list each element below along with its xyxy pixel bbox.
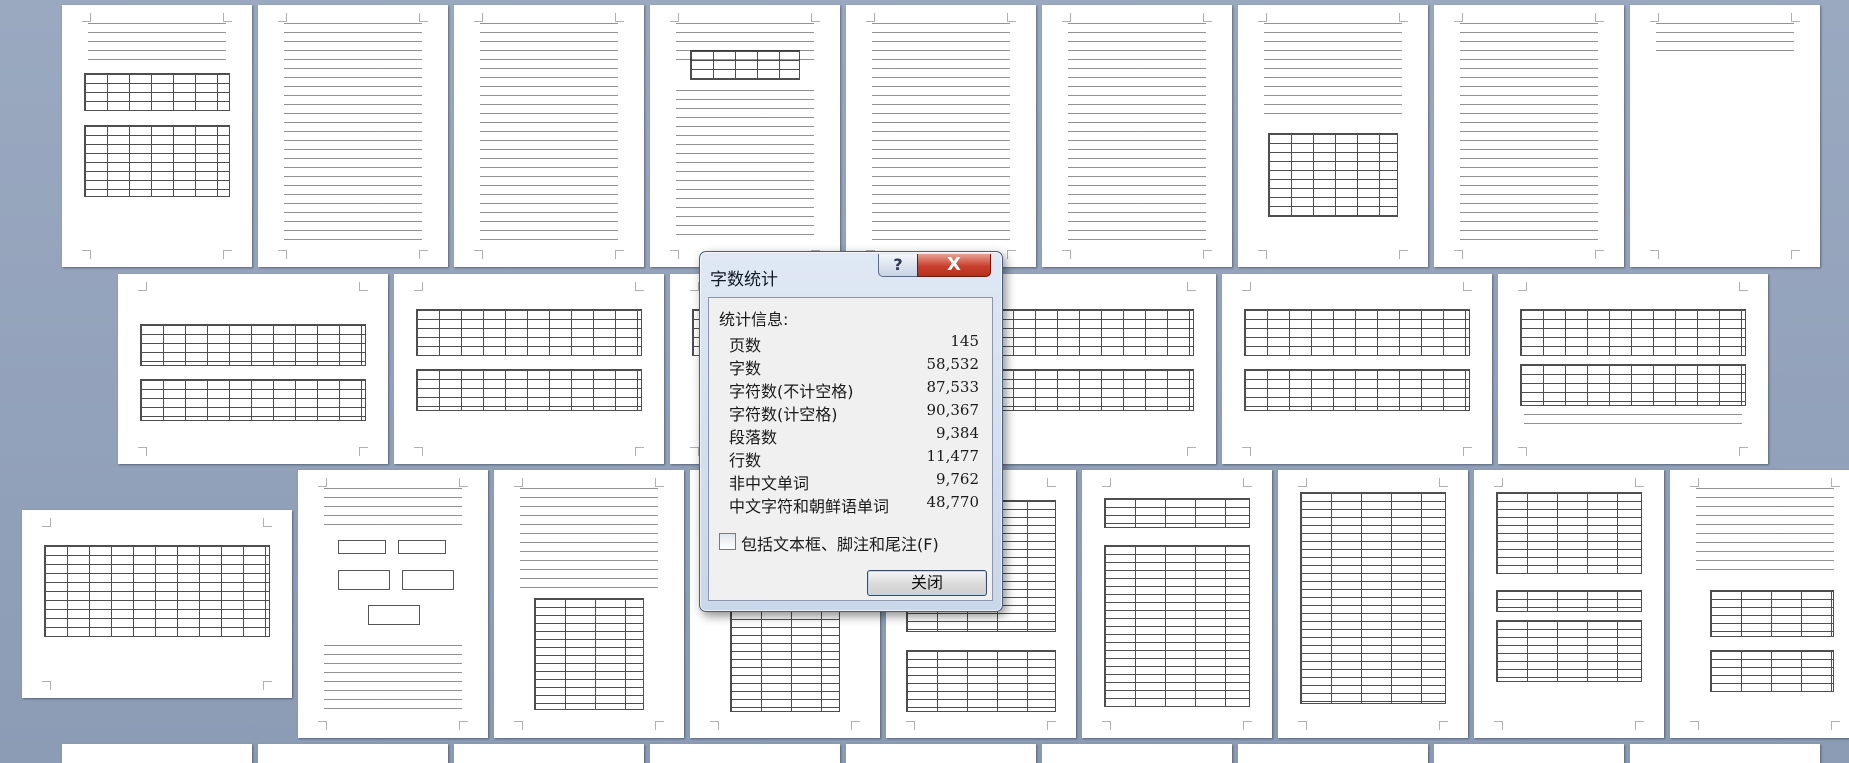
stat-row-chars-with-spaces: 字符数(计空格) 90,367	[729, 401, 980, 424]
close-button[interactable]: 关闭	[867, 570, 987, 596]
document-page-thumbnail[interactable]	[1434, 5, 1624, 267]
stat-label: 中文字符和朝鲜语单词	[729, 497, 890, 516]
help-button[interactable]: ?	[878, 254, 918, 277]
stat-value: 145	[950, 332, 979, 350]
stat-value: 9,384	[936, 424, 979, 442]
document-page-thumbnail[interactable]	[494, 470, 684, 738]
document-page-thumbnail[interactable]	[258, 744, 448, 763]
document-page-thumbnail[interactable]	[846, 5, 1036, 267]
document-page-thumbnail[interactable]	[62, 744, 252, 763]
document-page-thumbnail[interactable]	[1082, 470, 1272, 738]
dialog-body: 统计信息: 页数 145 字数 58,532 字符数(不计空格) 87,533 …	[708, 297, 993, 601]
document-multipage-view[interactable]: 字数统计 ? X 统计信息: 页数 145 字数 58,532 字符数(不计空格…	[0, 0, 1849, 763]
stats-heading: 统计信息:	[719, 310, 789, 329]
include-checkbox[interactable]	[719, 533, 736, 550]
stat-value: 87,533	[926, 378, 980, 396]
stat-value: 58,532	[926, 355, 980, 373]
stat-label: 页数	[729, 336, 762, 355]
stat-row-chinese-korean: 中文字符和朝鲜语单词 48,770	[729, 493, 980, 516]
stat-label: 字符数(计空格)	[729, 405, 838, 424]
stat-label: 非中文单词	[729, 474, 810, 493]
document-page-thumbnail[interactable]	[22, 510, 292, 698]
document-page-thumbnail[interactable]	[650, 5, 840, 267]
document-page-thumbnail[interactable]	[454, 5, 644, 267]
document-page-thumbnail[interactable]	[394, 274, 664, 464]
document-page-thumbnail[interactable]	[62, 5, 252, 267]
stat-label: 字符数(不计空格)	[729, 382, 854, 401]
stat-value: 48,770	[926, 493, 980, 511]
stat-row-words: 字数 58,532	[729, 355, 980, 378]
document-page-thumbnail[interactable]	[650, 744, 840, 763]
document-page-thumbnail[interactable]	[1670, 470, 1849, 738]
document-page-thumbnail[interactable]	[1630, 744, 1820, 763]
stat-label: 行数	[729, 451, 762, 470]
close-x-button[interactable]: X	[917, 254, 991, 277]
document-page-thumbnail[interactable]	[1474, 470, 1664, 738]
document-page-thumbnail[interactable]	[118, 274, 388, 464]
document-page-thumbnail[interactable]	[1238, 5, 1428, 267]
stat-row-paragraphs: 段落数 9,384	[729, 424, 979, 447]
stat-row-lines: 行数 11,477	[729, 447, 980, 470]
stat-row-chars-no-spaces: 字符数(不计空格) 87,533	[729, 378, 980, 401]
document-page-thumbnail[interactable]	[1434, 744, 1624, 763]
document-page-thumbnail[interactable]	[1042, 5, 1232, 267]
document-page-thumbnail[interactable]	[846, 744, 1036, 763]
dialog-title: 字数统计	[710, 270, 778, 290]
stat-row-non-chinese-words: 非中文单词 9,762	[729, 470, 979, 493]
document-page-thumbnail[interactable]	[1278, 470, 1468, 738]
include-checkbox-label[interactable]: 包括文本框、脚注和尾注(F)	[741, 531, 939, 555]
document-page-thumbnail[interactable]	[1630, 5, 1820, 267]
document-page-thumbnail[interactable]	[258, 5, 448, 267]
document-page-thumbnail[interactable]	[1222, 274, 1492, 464]
stat-value: 11,477	[926, 447, 980, 465]
document-page-thumbnail[interactable]	[298, 470, 488, 738]
document-page-thumbnail[interactable]	[1042, 744, 1232, 763]
stat-row-pages: 页数 145	[729, 332, 979, 355]
stat-label: 段落数	[729, 428, 778, 447]
stat-label: 字数	[729, 359, 762, 378]
document-page-thumbnail[interactable]	[1238, 744, 1428, 763]
include-textboxes-footnotes-option[interactable]: 包括文本框、脚注和尾注(F)	[719, 531, 984, 555]
document-page-thumbnail[interactable]	[1498, 274, 1768, 464]
word-count-dialog: 字数统计 ? X 统计信息: 页数 145 字数 58,532 字符数(不计空格…	[699, 251, 1003, 612]
stat-value: 9,762	[936, 470, 979, 488]
document-page-thumbnail[interactable]	[454, 744, 644, 763]
stat-value: 90,367	[926, 401, 980, 419]
